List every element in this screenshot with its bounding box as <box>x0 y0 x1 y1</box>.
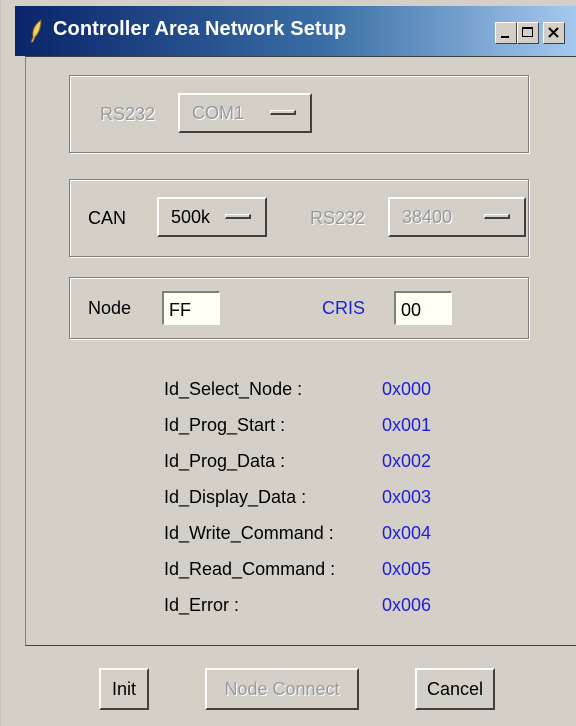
rs232-rate-value: 38400 <box>402 207 453 227</box>
id-row: Id_Display_Data : 0x003 <box>26 487 576 517</box>
rs232-rate-menu[interactable]: 38400 <box>388 197 526 237</box>
close-button[interactable] <box>543 22 565 44</box>
cris-input[interactable] <box>394 291 452 325</box>
node-input[interactable] <box>162 291 220 325</box>
id-value: 0x000 <box>382 379 432 399</box>
id-label: Id_Read_Command : <box>164 559 336 579</box>
id-row: Id_Prog_Start : 0x001 <box>26 415 576 445</box>
can-label: CAN <box>88 208 127 228</box>
id-label: Id_Prog_Data : <box>164 451 286 471</box>
init-button[interactable]: Init <box>99 668 149 710</box>
maximize-button[interactable] <box>517 22 539 44</box>
rs232-label: RS232 <box>100 104 156 124</box>
cris-label: CRIS <box>322 298 366 318</box>
node-label: Node <box>88 298 132 318</box>
rs232-rate-label: RS232 <box>310 208 366 228</box>
id-label: Id_Error : <box>164 595 240 615</box>
com-port-value: COM1 <box>192 103 245 123</box>
can-setup-window: Controller Area Network Setup RS232 COM1… <box>0 0 576 726</box>
close-icon <box>548 27 559 38</box>
rs232-group: RS232 COM1 <box>69 75 529 153</box>
id-row: Id_Select_Node : 0x000 <box>26 379 576 409</box>
com-port-menu[interactable]: COM1 <box>178 93 312 133</box>
option-menu-indicator-icon <box>484 214 510 219</box>
id-row: Id_Write_Command : 0x004 <box>26 523 576 553</box>
id-value: 0x003 <box>382 487 432 507</box>
can-rate-value: 500k <box>171 207 211 227</box>
feather-icon <box>30 19 42 43</box>
id-value: 0x001 <box>382 415 432 435</box>
id-value: 0x006 <box>382 595 432 615</box>
cancel-button[interactable]: Cancel <box>415 668 495 710</box>
id-value: 0x002 <box>382 451 432 471</box>
id-row: Id_Read_Command : 0x005 <box>26 559 576 589</box>
id-label: Id_Select_Node : <box>164 379 303 399</box>
node-group: Node CRIS <box>69 277 529 339</box>
maximize-icon <box>522 27 533 37</box>
window-title: Controller Area Network Setup <box>53 18 347 40</box>
option-menu-indicator-icon <box>270 110 296 115</box>
title-bar[interactable]: Controller Area Network Setup <box>15 6 576 56</box>
id-label: Id_Prog_Start : <box>164 415 286 435</box>
minimize-button[interactable] <box>495 22 517 44</box>
id-label: Id_Display_Data : <box>164 487 307 507</box>
minimize-icon <box>501 36 509 38</box>
node-connect-button[interactable]: Node Connect <box>205 668 359 710</box>
id-value: 0x004 <box>382 523 432 543</box>
option-menu-indicator-icon <box>225 214 251 219</box>
can-group: CAN 500k RS232 38400 <box>69 179 529 257</box>
id-label: Id_Write_Command : <box>164 523 334 543</box>
id-row: Id_Prog_Data : 0x002 <box>26 451 576 481</box>
client-area: RS232 COM1 CAN 500k RS232 38400 Node CRI… <box>25 56 576 646</box>
id-row: Id_Error : 0x006 <box>26 595 576 625</box>
can-rate-menu[interactable]: 500k <box>157 197 267 237</box>
id-value: 0x005 <box>382 559 432 579</box>
